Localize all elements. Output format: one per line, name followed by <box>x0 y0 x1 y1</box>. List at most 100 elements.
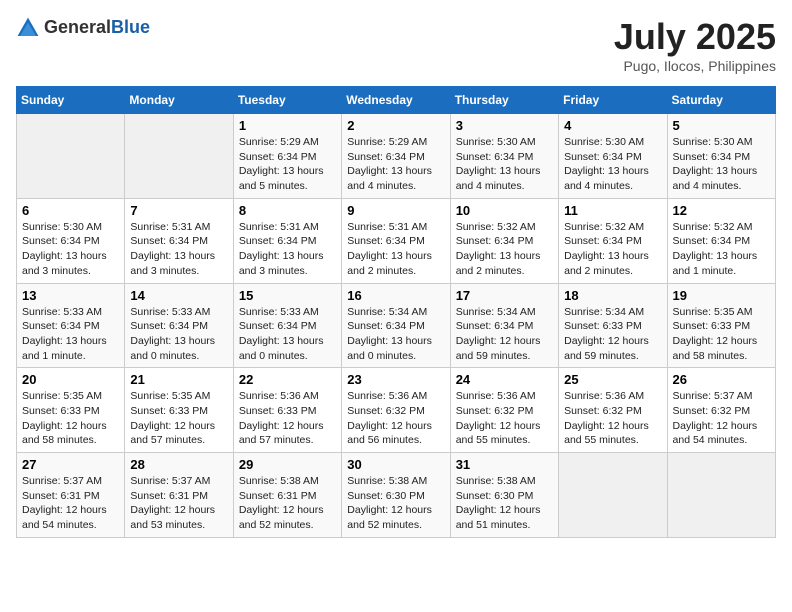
calendar-cell: 16 Sunrise: 5:34 AM Sunset: 6:34 PM Dayli… <box>342 283 450 368</box>
day-info: Sunrise: 5:38 AM Sunset: 6:31 PM Dayligh… <box>239 474 336 533</box>
weekday-header: Tuesday <box>233 87 341 114</box>
day-number: 28 <box>130 457 227 472</box>
day-info: Sunrise: 5:30 AM Sunset: 6:34 PM Dayligh… <box>22 220 119 279</box>
day-info: Sunrise: 5:31 AM Sunset: 6:34 PM Dayligh… <box>130 220 227 279</box>
day-number: 16 <box>347 288 444 303</box>
day-number: 20 <box>22 372 119 387</box>
calendar-cell: 28Sunrise: 5:37 AM Sunset: 6:31 PM Dayli… <box>125 453 233 538</box>
calendar-table: SundayMondayTuesdayWednesdayThursdayFrid… <box>16 86 776 538</box>
calendar-cell: 10 Sunrise: 5:32 AM Sunset: 6:34 PM Dayli… <box>450 198 558 283</box>
day-info: Sunrise: 5:34 AM Sunset: 6:34 PM Dayligh… <box>456 305 553 364</box>
day-info: Sunrise: 5:34 AM Sunset: 6:34 PM Dayligh… <box>347 305 444 364</box>
calendar-cell: 15 Sunrise: 5:33 AM Sunset: 6:34 PM Dayli… <box>233 283 341 368</box>
weekday-header: Friday <box>559 87 667 114</box>
calendar-cell: 21Sunrise: 5:35 AM Sunset: 6:33 PM Dayli… <box>125 368 233 453</box>
calendar-cell: 3 Sunrise: 5:30 AM Sunset: 6:34 PM Daylig… <box>450 114 558 199</box>
calendar-cell: 11 Sunrise: 5:32 AM Sunset: 6:34 PM Dayli… <box>559 198 667 283</box>
calendar-cell: 13 Sunrise: 5:33 AM Sunset: 6:34 PM Dayli… <box>17 283 125 368</box>
logo: GeneralBlue <box>16 16 150 40</box>
day-info: Sunrise: 5:33 AM Sunset: 6:34 PM Dayligh… <box>130 305 227 364</box>
calendar-cell: 2Sunrise: 5:29 AM Sunset: 6:34 PM Daylig… <box>342 114 450 199</box>
day-info: Sunrise: 5:32 AM Sunset: 6:34 PM Dayligh… <box>456 220 553 279</box>
day-number: 19 <box>673 288 770 303</box>
calendar-cell: 20 Sunrise: 5:35 AM Sunset: 6:33 PM Dayli… <box>17 368 125 453</box>
calendar-cell: 17 Sunrise: 5:34 AM Sunset: 6:34 PM Dayli… <box>450 283 558 368</box>
day-number: 15 <box>239 288 336 303</box>
calendar-cell: 14 Sunrise: 5:33 AM Sunset: 6:34 PM Dayli… <box>125 283 233 368</box>
calendar-cell: 5Sunrise: 5:30 AM Sunset: 6:34 PM Daylig… <box>667 114 775 199</box>
day-info: Sunrise: 5:30 AM Sunset: 6:34 PM Dayligh… <box>564 135 661 194</box>
day-info: Sunrise: 5:36 AM Sunset: 6:32 PM Dayligh… <box>347 389 444 448</box>
day-info: Sunrise: 5:35 AM Sunset: 6:33 PM Dayligh… <box>673 305 770 364</box>
calendar-week-row: 6Sunrise: 5:30 AM Sunset: 6:34 PM Daylig… <box>17 198 776 283</box>
day-number: 18 <box>564 288 661 303</box>
day-number: 10 <box>456 203 553 218</box>
weekday-header: Saturday <box>667 87 775 114</box>
day-number: 11 <box>564 203 661 218</box>
day-info: Sunrise: 5:36 AM Sunset: 6:32 PM Dayligh… <box>564 389 661 448</box>
day-info: Sunrise: 5:31 AM Sunset: 6:34 PM Dayligh… <box>347 220 444 279</box>
day-number: 1 <box>239 118 336 133</box>
weekday-header: Thursday <box>450 87 558 114</box>
calendar-week-row: 13 Sunrise: 5:33 AM Sunset: 6:34 PM Dayli… <box>17 283 776 368</box>
calendar-cell: 25Sunrise: 5:36 AM Sunset: 6:32 PM Dayli… <box>559 368 667 453</box>
day-number: 7 <box>130 203 227 218</box>
day-number: 17 <box>456 288 553 303</box>
calendar-cell: 6Sunrise: 5:30 AM Sunset: 6:34 PM Daylig… <box>17 198 125 283</box>
calendar-week-row: 20 Sunrise: 5:35 AM Sunset: 6:33 PM Dayli… <box>17 368 776 453</box>
day-number: 23 <box>347 372 444 387</box>
day-info: Sunrise: 5:33 AM Sunset: 6:34 PM Dayligh… <box>239 305 336 364</box>
day-info: Sunrise: 5:34 AM Sunset: 6:33 PM Dayligh… <box>564 305 661 364</box>
calendar-cell: 1 Sunrise: 5:29 AM Sunset: 6:34 PM Daylig… <box>233 114 341 199</box>
day-number: 3 <box>456 118 553 133</box>
day-number: 27 <box>22 457 119 472</box>
day-number: 9 <box>347 203 444 218</box>
day-info: Sunrise: 5:31 AM Sunset: 6:34 PM Dayligh… <box>239 220 336 279</box>
day-number: 14 <box>130 288 227 303</box>
day-info: Sunrise: 5:32 AM Sunset: 6:34 PM Dayligh… <box>564 220 661 279</box>
day-number: 30 <box>347 457 444 472</box>
day-number: 13 <box>22 288 119 303</box>
location: Pugo, Ilocos, Philippines <box>614 58 776 74</box>
calendar-cell: 27Sunrise: 5:37 AM Sunset: 6:31 PM Dayli… <box>17 453 125 538</box>
day-info: Sunrise: 5:35 AM Sunset: 6:33 PM Dayligh… <box>22 389 119 448</box>
day-info: Sunrise: 5:36 AM Sunset: 6:33 PM Dayligh… <box>239 389 336 448</box>
calendar-cell: 19 Sunrise: 5:35 AM Sunset: 6:33 PM Dayli… <box>667 283 775 368</box>
day-info: Sunrise: 5:38 AM Sunset: 6:30 PM Dayligh… <box>347 474 444 533</box>
month-title: July 2025 <box>614 16 776 58</box>
calendar-week-row: 1 Sunrise: 5:29 AM Sunset: 6:34 PM Daylig… <box>17 114 776 199</box>
calendar-cell: 4 Sunrise: 5:30 AM Sunset: 6:34 PM Daylig… <box>559 114 667 199</box>
calendar-cell <box>125 114 233 199</box>
calendar-cell: 29 Sunrise: 5:38 AM Sunset: 6:31 PM Dayli… <box>233 453 341 538</box>
calendar-cell: 24Sunrise: 5:36 AM Sunset: 6:32 PM Dayli… <box>450 368 558 453</box>
day-number: 31 <box>456 457 553 472</box>
day-info: Sunrise: 5:33 AM Sunset: 6:34 PM Dayligh… <box>22 305 119 364</box>
day-number: 22 <box>239 372 336 387</box>
weekday-header-row: SundayMondayTuesdayWednesdayThursdayFrid… <box>17 87 776 114</box>
calendar-week-row: 27Sunrise: 5:37 AM Sunset: 6:31 PM Dayli… <box>17 453 776 538</box>
calendar-cell: 30 Sunrise: 5:38 AM Sunset: 6:30 PM Dayli… <box>342 453 450 538</box>
calendar-cell <box>17 114 125 199</box>
day-number: 21 <box>130 372 227 387</box>
calendar-cell: 26 Sunrise: 5:37 AM Sunset: 6:32 PM Dayli… <box>667 368 775 453</box>
day-number: 2 <box>347 118 444 133</box>
logo-blue: Blue <box>111 17 150 37</box>
calendar-cell: 9 Sunrise: 5:31 AM Sunset: 6:34 PM Daylig… <box>342 198 450 283</box>
day-info: Sunrise: 5:30 AM Sunset: 6:34 PM Dayligh… <box>456 135 553 194</box>
calendar-cell: 23 Sunrise: 5:36 AM Sunset: 6:32 PM Dayli… <box>342 368 450 453</box>
day-info: Sunrise: 5:38 AM Sunset: 6:30 PM Dayligh… <box>456 474 553 533</box>
weekday-header: Sunday <box>17 87 125 114</box>
page-header: GeneralBlue July 2025 Pugo, Ilocos, Phil… <box>16 16 776 74</box>
day-info: Sunrise: 5:36 AM Sunset: 6:32 PM Dayligh… <box>456 389 553 448</box>
weekday-header: Wednesday <box>342 87 450 114</box>
day-number: 29 <box>239 457 336 472</box>
calendar-cell: 31 Sunrise: 5:38 AM Sunset: 6:30 PM Dayli… <box>450 453 558 538</box>
day-number: 12 <box>673 203 770 218</box>
weekday-header: Monday <box>125 87 233 114</box>
day-number: 4 <box>564 118 661 133</box>
day-info: Sunrise: 5:37 AM Sunset: 6:32 PM Dayligh… <box>673 389 770 448</box>
day-number: 26 <box>673 372 770 387</box>
day-info: Sunrise: 5:30 AM Sunset: 6:34 PM Dayligh… <box>673 135 770 194</box>
calendar-cell <box>559 453 667 538</box>
day-info: Sunrise: 5:29 AM Sunset: 6:34 PM Dayligh… <box>239 135 336 194</box>
